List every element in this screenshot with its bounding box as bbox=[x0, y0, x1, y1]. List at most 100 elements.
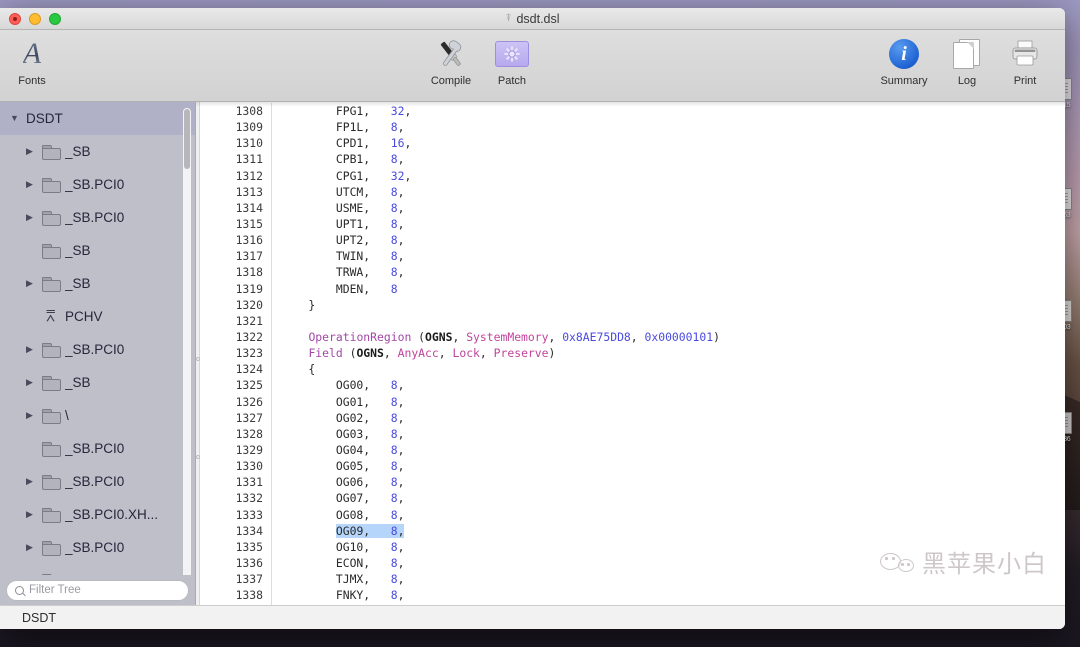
code-line[interactable]: 1329 OG04, 8, bbox=[200, 441, 1065, 459]
line-text[interactable]: TRWA, 8, bbox=[272, 264, 405, 280]
line-text[interactable]: Field (OGNS, AnyAcc, Lock, Preserve) bbox=[272, 345, 555, 361]
line-text[interactable]: FNKY, 8, bbox=[272, 587, 405, 603]
chevron-right-icon[interactable]: ▶ bbox=[26, 411, 36, 420]
chevron-right-icon[interactable]: ▶ bbox=[26, 477, 36, 486]
code-line[interactable]: 1318 TRWA, 8, bbox=[200, 264, 1065, 281]
line-text[interactable] bbox=[272, 313, 281, 329]
tree-item-sbpci0-1[interactable]: ▶ _SB.PCI0 bbox=[0, 168, 195, 201]
line-text[interactable]: TJMX, 8, bbox=[272, 571, 405, 587]
line-text[interactable]: OG00, 8, bbox=[272, 377, 405, 393]
tree-item-sb-7[interactable]: ▶ _SB bbox=[0, 366, 195, 399]
fold-marker[interactable] bbox=[196, 455, 200, 459]
line-text[interactable]: OG01, 8, bbox=[272, 394, 405, 410]
code-line[interactable]: 1335 OG10, 8, bbox=[200, 538, 1065, 555]
tree-item-sb-3[interactable]: ▶_SB bbox=[0, 234, 195, 267]
code-lines[interactable]: 1308 FPG1, 32, 1309 FP1L, 8, 1310 CPD1, 16… bbox=[200, 102, 1065, 605]
chevron-right-icon[interactable]: ▶ bbox=[26, 378, 36, 387]
tree-view[interactable]: ▼ DSDT ▶ _SB ▶ _SB.PCI0 ▶ _SB.PCI0 ▶ _SB ▶ _SB ▶ ⩞ P… bbox=[0, 102, 195, 575]
code-line[interactable]: 1310 CPD1, 16, bbox=[200, 135, 1065, 152]
close-button[interactable] bbox=[9, 12, 21, 25]
tree-item-pchv-5[interactable]: ▶⩞PCHV bbox=[0, 300, 195, 333]
code-line[interactable]: 1309 FP1L, 8, bbox=[200, 119, 1065, 136]
tree-item-sbpci0xh-11[interactable]: ▶ _SB.PCI0.XH... bbox=[0, 498, 195, 531]
line-text[interactable]: CPD1, 16, bbox=[272, 135, 411, 151]
code-line[interactable]: 1328 OG03, 8, bbox=[200, 425, 1065, 442]
line-text[interactable]: OG03, 8, bbox=[272, 426, 405, 442]
line-text[interactable]: OG10, 8, bbox=[272, 539, 405, 555]
line-text[interactable]: UPT2, 8, bbox=[272, 232, 405, 248]
tree-item-sbpci0-10[interactable]: ▶ _SB.PCI0 bbox=[0, 465, 195, 498]
chevron-right-icon[interactable]: ▶ bbox=[26, 279, 36, 288]
title-bar[interactable]: ⍒ dsdt.dsl bbox=[0, 8, 1065, 30]
chevron-right-icon[interactable]: ▶ bbox=[26, 543, 36, 552]
code-line[interactable]: 1331 OG06, 8, bbox=[200, 474, 1065, 491]
code-line[interactable]: 1334 OG09, 8, bbox=[200, 522, 1065, 539]
code-line[interactable]: 1332 OG07, 8, bbox=[200, 490, 1065, 507]
code-line[interactable]: 1317 TWIN, 8, bbox=[200, 248, 1065, 265]
tree-item-sbpci0-12[interactable]: ▶ _SB.PCI0 bbox=[0, 531, 195, 564]
sidebar-scrollbar[interactable] bbox=[183, 108, 191, 575]
code-line[interactable]: 1316 UPT2, 8, bbox=[200, 232, 1065, 249]
chevron-right-icon[interactable]: ▶ bbox=[26, 345, 36, 354]
fold-gutter[interactable] bbox=[196, 102, 200, 605]
code-line[interactable]: 1308 FPG1, 32, bbox=[200, 103, 1065, 120]
code-editor[interactable]: 1308 FPG1, 32, 1309 FP1L, 8, 1310 CPD1, 16… bbox=[196, 102, 1065, 605]
maximize-button[interactable] bbox=[49, 12, 61, 25]
line-text[interactable]: CPB1, 8, bbox=[272, 151, 405, 167]
code-line[interactable]: 1314 USME, 8, bbox=[200, 199, 1065, 216]
tree-item-sb-0[interactable]: ▶ _SB bbox=[0, 135, 195, 168]
log-button[interactable]: Log bbox=[941, 36, 993, 87]
filter-tree-input[interactable]: Filter Tree bbox=[6, 579, 189, 601]
code-line[interactable]: 1319 MDEN, 8 bbox=[200, 280, 1065, 297]
line-text[interactable]: UPT1, 8, bbox=[272, 216, 405, 232]
line-text[interactable]: ECON, 8, bbox=[272, 555, 405, 571]
chevron-down-icon[interactable]: ▼ bbox=[10, 114, 20, 123]
line-text[interactable]: FPG1, 32, bbox=[272, 103, 411, 119]
tree-item-root[interactable]: ▼ DSDT bbox=[0, 102, 195, 135]
code-line[interactable]: 1320 } bbox=[200, 296, 1065, 313]
line-text[interactable]: { bbox=[272, 361, 315, 377]
line-text[interactable]: PACK, 8, bbox=[272, 603, 405, 605]
line-text[interactable]: UTCM, 8, bbox=[272, 184, 405, 200]
tree-item-sbpci0-2[interactable]: ▶ _SB.PCI0 bbox=[0, 201, 195, 234]
line-text[interactable]: TWIN, 8, bbox=[272, 248, 405, 264]
line-text[interactable]: OperationRegion (OGNS, SystemMemory, 0x8… bbox=[272, 329, 720, 345]
summary-button[interactable]: i Summary bbox=[873, 36, 935, 87]
tree-item-sb-13[interactable]: ▶_SB bbox=[0, 564, 195, 575]
code-line[interactable]: 1321 bbox=[200, 312, 1065, 329]
chevron-right-icon[interactable]: ▶ bbox=[26, 213, 36, 222]
line-text[interactable]: OG09, 8, bbox=[272, 523, 405, 539]
line-text[interactable]: CPG1, 32, bbox=[272, 168, 411, 184]
line-text[interactable]: MDEN, 8 bbox=[272, 281, 398, 297]
tree-item-sb-4[interactable]: ▶ _SB bbox=[0, 267, 195, 300]
code-line[interactable]: 1337 TJMX, 8, bbox=[200, 571, 1065, 588]
line-text[interactable]: FP1L, 8, bbox=[272, 119, 405, 135]
code-line[interactable]: 1330 OG05, 8, bbox=[200, 458, 1065, 475]
print-button[interactable]: Print bbox=[999, 36, 1051, 87]
line-text[interactable]: OG02, 8, bbox=[272, 410, 405, 426]
minimize-button[interactable] bbox=[29, 12, 41, 25]
line-text[interactable]: USME, 8, bbox=[272, 200, 405, 216]
code-line[interactable]: 1313 UTCM, 8, bbox=[200, 183, 1065, 200]
code-line[interactable]: 1311 CPB1, 8, bbox=[200, 151, 1065, 168]
code-line[interactable]: 1322 OperationRegion (OGNS, SystemMemory… bbox=[200, 328, 1065, 346]
line-text[interactable]: OG04, 8, bbox=[272, 442, 405, 458]
line-text[interactable]: } bbox=[272, 297, 315, 313]
code-line[interactable]: 1336 ECON, 8, bbox=[200, 554, 1065, 572]
chevron-right-icon[interactable]: ▶ bbox=[26, 180, 36, 189]
code-line[interactable]: 1326 OG01, 8, bbox=[200, 393, 1065, 410]
chevron-right-icon[interactable]: ▶ bbox=[26, 147, 36, 156]
code-line[interactable]: 1333 OG08, 8, bbox=[200, 506, 1065, 523]
scrollbar-thumb[interactable] bbox=[184, 109, 190, 169]
tree-item--8[interactable]: ▶ \ bbox=[0, 399, 195, 432]
fold-marker[interactable] bbox=[196, 357, 200, 361]
code-line[interactable]: 1325 OG00, 8, bbox=[200, 377, 1065, 394]
line-text[interactable]: OG05, 8, bbox=[272, 458, 405, 474]
line-text[interactable]: OG07, 8, bbox=[272, 490, 405, 506]
code-line[interactable]: 1315 UPT1, 8, bbox=[200, 215, 1065, 233]
code-line[interactable]: 1338 FNKY, 8, bbox=[200, 587, 1065, 604]
tree-item-sbpci0-6[interactable]: ▶ _SB.PCI0 bbox=[0, 333, 195, 366]
code-line[interactable]: 1327 OG02, 8, bbox=[200, 409, 1065, 426]
code-line[interactable]: 1312 CPG1, 32, bbox=[200, 167, 1065, 184]
fonts-button[interactable]: A Fonts bbox=[6, 36, 58, 88]
